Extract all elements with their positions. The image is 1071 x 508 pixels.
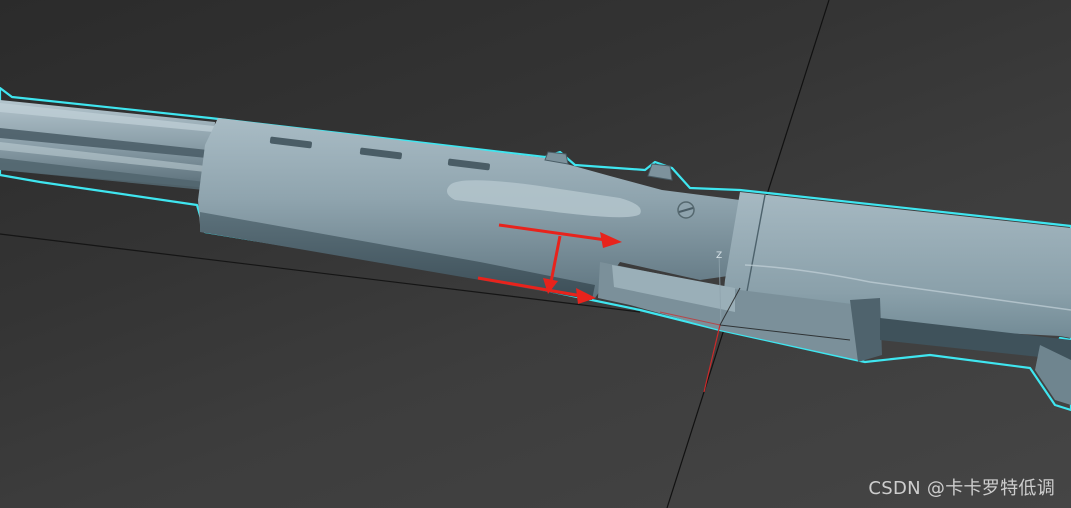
gizmo-axis-label: Z xyxy=(716,251,722,261)
gizmo-axis-line[interactable] xyxy=(703,324,721,393)
viewport-scene[interactable]: Z xyxy=(0,0,1071,508)
watermark-text: CSDN @卡卡罗特低调 xyxy=(868,478,1055,499)
barrel xyxy=(0,100,215,190)
handguard xyxy=(198,118,740,300)
3d-viewport[interactable]: Z CSDN @卡卡罗特低调 xyxy=(0,0,1071,508)
